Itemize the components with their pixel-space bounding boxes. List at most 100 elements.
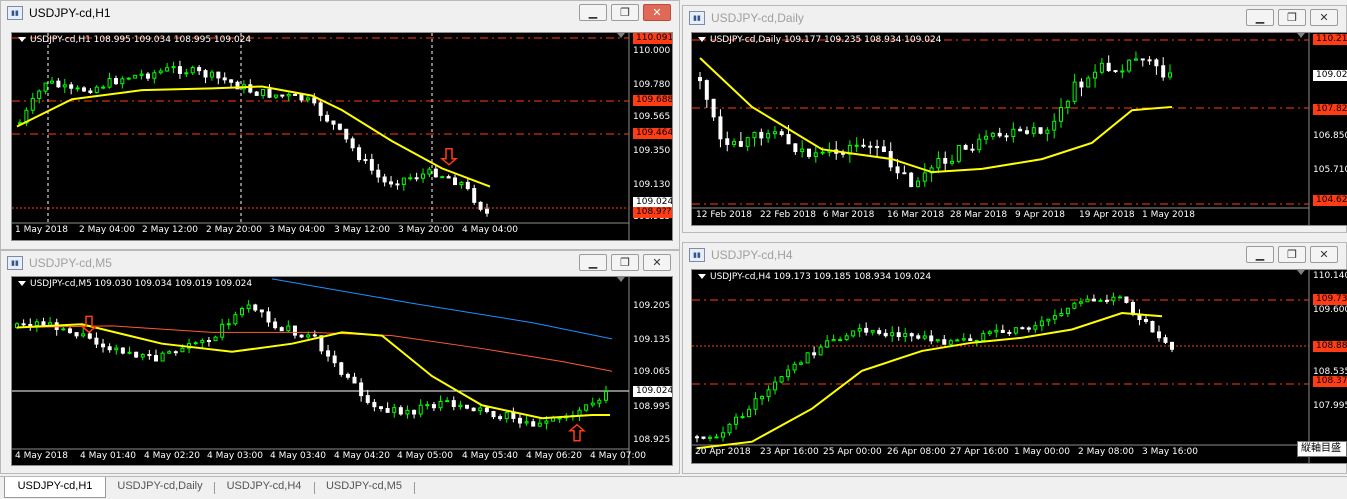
- close-button[interactable]: ✕: [1310, 246, 1338, 263]
- price-tick-label: 107.995: [1313, 401, 1347, 411]
- level-price-tag: 110.091: [633, 33, 672, 44]
- window-h4[interactable]: ▮▮ USDJPY-cd,H4 ▁ ❐ ✕ USDJPY-cd,H4 109.1…: [682, 242, 1347, 474]
- candle-body: [738, 141, 743, 147]
- candle-body: [67, 328, 72, 334]
- chart-area-m5[interactable]: USDJPY-cd,M5 109.030 109.034 109.019 109…: [11, 276, 673, 466]
- candle-body: [74, 332, 79, 337]
- candle-body: [935, 339, 940, 342]
- level-price-tag: 110.216: [1313, 34, 1347, 45]
- candle-body: [378, 406, 383, 410]
- candle-body: [279, 327, 284, 332]
- time-tick-label: 3 May 12:00: [334, 225, 390, 235]
- minimize-icon: ▁: [1255, 248, 1265, 261]
- candle-body: [1168, 72, 1172, 78]
- candle-body: [1059, 107, 1064, 122]
- restore-button[interactable]: ❐: [611, 254, 639, 271]
- tab-separator: [214, 482, 215, 494]
- minimize-button[interactable]: ▁: [579, 4, 607, 21]
- restore-icon: ❐: [620, 6, 630, 19]
- candle-body: [851, 330, 856, 337]
- candle-body: [997, 132, 1002, 137]
- price-axis[interactable]: 110.140109.600108.535107.995109.739108.8…: [1309, 270, 1347, 463]
- ohlc-info: USDJPY-cd,M5 109.030 109.034 109.019 109…: [18, 279, 252, 289]
- moving-average-yellow: [699, 57, 1173, 174]
- time-axis[interactable]: 4 May 2018 4 May 01:40 4 May 02:20 4 May 03…: [12, 451, 646, 463]
- minimize-icon: ▁: [588, 256, 598, 269]
- candle-body: [41, 321, 46, 326]
- price-axis[interactable]: 110.000 109.780 109.565 109.350 109.130 108.9…: [629, 33, 672, 240]
- candle-body: [101, 343, 106, 348]
- candle-body: [259, 309, 264, 313]
- close-button[interactable]: ✕: [643, 254, 671, 271]
- candle-body: [75, 87, 80, 90]
- candle-body: [1065, 100, 1070, 109]
- candle-body: [363, 159, 368, 162]
- price-tick-label: 108.925: [633, 435, 671, 445]
- candle-body: [695, 436, 699, 439]
- candle-body: [929, 335, 934, 342]
- window-daily[interactable]: ▮▮ USDJPY-cd,Daily ▁ ❐ ✕ USDJPY-cd,Daily…: [682, 5, 1347, 233]
- tab-m5[interactable]: USDJPY-cd,M5: [316, 477, 412, 498]
- chart-area-h1[interactable]: USDJPY-cd,H1 108.995 109.034 108.995 109…: [11, 32, 673, 241]
- candle-body: [246, 304, 251, 310]
- chart-area-h4[interactable]: USDJPY-cd,H4 109.173 109.185 108.934 109…: [691, 269, 1347, 464]
- window-titlebar[interactable]: ▮▮ USDJPY-cd,H1 ▁ ❐ ✕: [1, 1, 679, 25]
- time-tick-label: 1 May 00:00: [1014, 447, 1070, 457]
- time-axis[interactable]: 1 May 2018 2 May 04:00 2 May 12:00 2 May 20…: [12, 225, 629, 237]
- candle-body: [1000, 329, 1005, 333]
- minimize-button[interactable]: ▁: [1246, 9, 1274, 26]
- tab-h4[interactable]: USDJPY-cd,H4: [216, 477, 312, 498]
- candle-body: [286, 93, 291, 97]
- candle-body: [261, 89, 266, 96]
- candle-body: [800, 148, 805, 153]
- window-titlebar[interactable]: ▮▮ USDJPY-cd,H4 ▁ ❐ ✕: [683, 243, 1346, 267]
- candle-body: [312, 334, 317, 337]
- time-tick-label: 2 May 04:00: [79, 225, 135, 235]
- candle-body: [1072, 81, 1077, 102]
- candle-body: [1020, 327, 1025, 330]
- chart-area-daily[interactable]: USDJPY-cd,Daily 109.177 109.235 108.934 …: [691, 32, 1347, 226]
- candle-body: [994, 329, 999, 333]
- restore-button[interactable]: ❐: [1278, 246, 1306, 263]
- restore-button[interactable]: ❐: [611, 4, 639, 21]
- tab-h1[interactable]: USDJPY-cd,H1: [4, 477, 106, 498]
- candle-body: [292, 325, 297, 336]
- restore-icon: ❐: [1287, 248, 1297, 261]
- tab-daily[interactable]: USDJPY-cd,Daily: [108, 477, 212, 498]
- candle-body: [963, 144, 968, 150]
- moving-average-yellow: [16, 85, 491, 188]
- price-axis[interactable]: 106.850 105.710 110.216 109.024 107.821 104.6…: [1309, 33, 1347, 225]
- close-button[interactable]: ✕: [1310, 9, 1338, 26]
- window-titlebar[interactable]: ▮▮ USDJPY-cd,Daily ▁ ❐ ✕: [683, 6, 1346, 30]
- price-axis[interactable]: 109.205 109.135 109.065 108.995 108.925 109.0…: [629, 277, 672, 465]
- minimize-button[interactable]: ▁: [1246, 246, 1274, 263]
- price-tick-label: 110.140: [1313, 271, 1347, 281]
- time-axis[interactable]: 12 Feb 2018 22 Feb 2018 6 Mar 2018 16 Mar 2…: [692, 210, 1309, 222]
- candle-body: [254, 91, 259, 96]
- candle-body: [120, 78, 125, 85]
- candle-body: [160, 352, 165, 362]
- candle-body: [875, 146, 880, 149]
- restore-button[interactable]: ❐: [1278, 9, 1306, 26]
- candle-body: [883, 332, 888, 337]
- time-tick-label: 3 May 20:00: [398, 225, 454, 235]
- candle-body: [909, 333, 914, 337]
- minimize-icon: ▁: [1255, 11, 1265, 24]
- candle-body: [1120, 70, 1125, 73]
- close-button[interactable]: ✕: [643, 4, 671, 21]
- candle-body: [226, 323, 231, 326]
- candle-body: [222, 77, 227, 81]
- candle-body: [28, 324, 33, 327]
- minimize-button[interactable]: ▁: [579, 254, 607, 271]
- candle-body: [1106, 62, 1111, 72]
- candle-body: [1130, 301, 1135, 315]
- candle-body: [1113, 70, 1118, 73]
- candle-body: [740, 416, 745, 419]
- window-m5[interactable]: ▮▮ USDJPY-cd,M5 ▁ ❐ ✕ USDJPY-cd,M5 109.0…: [0, 250, 680, 474]
- window-title: USDJPY-cd,H1: [29, 6, 111, 20]
- candle-body: [1098, 299, 1103, 302]
- window-titlebar[interactable]: ▮▮ USDJPY-cd,M5 ▁ ❐ ✕: [1, 251, 679, 275]
- time-axis[interactable]: 20 Apr 2018 23 Apr 16:00 25 Apr 00:00 26 Ap…: [692, 447, 1309, 459]
- window-h1[interactable]: ▮▮ USDJPY-cd,H1 ▁ ❐ ✕ USDJPY-cd,H1 108.9…: [0, 0, 680, 250]
- candle-body: [711, 98, 716, 118]
